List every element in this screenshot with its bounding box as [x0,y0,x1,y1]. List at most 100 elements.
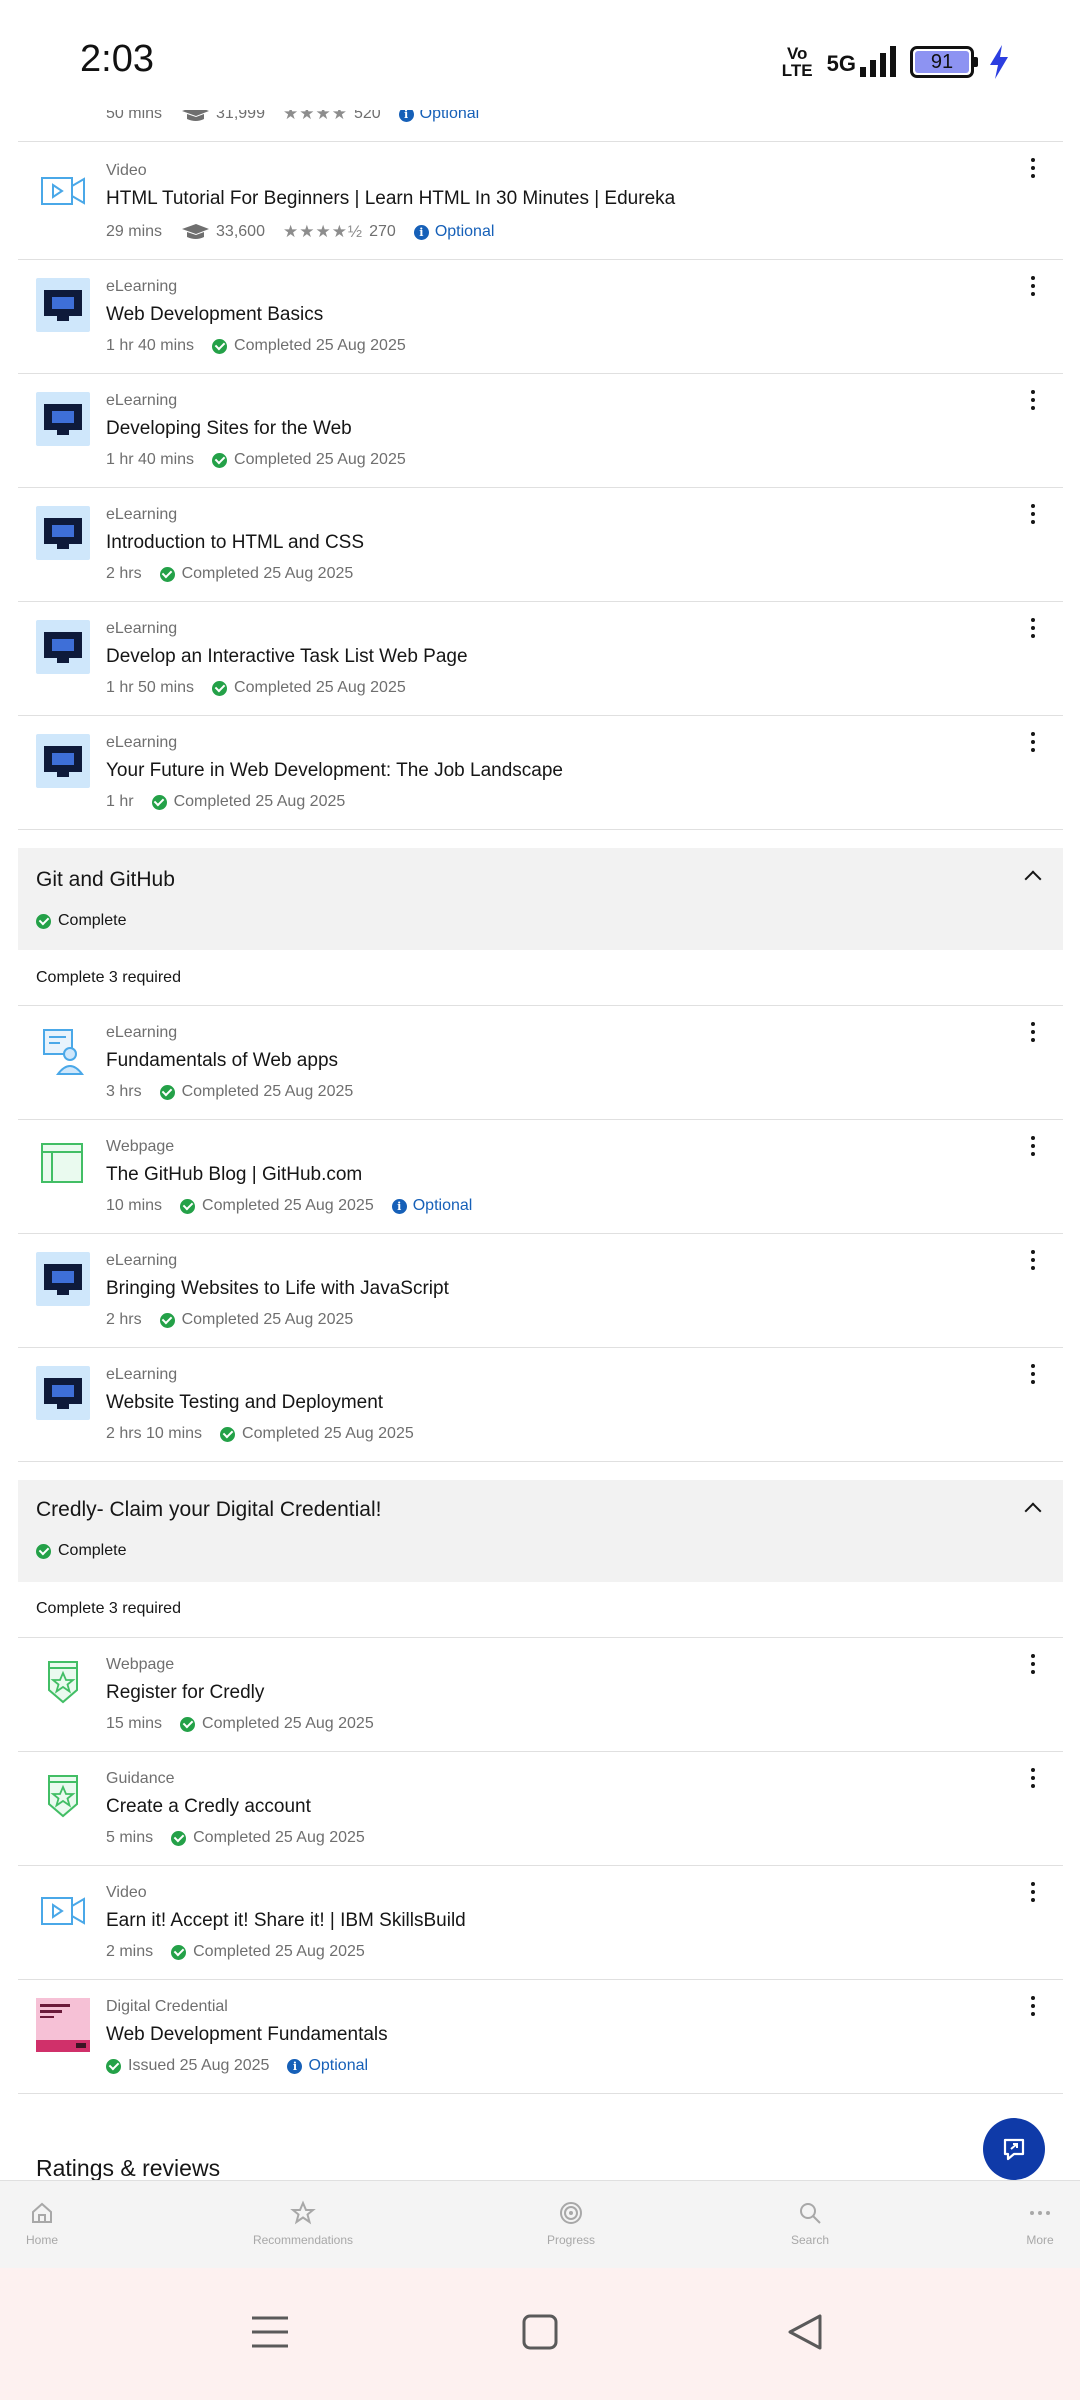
more-options-icon[interactable] [1023,1362,1043,1386]
nav-more[interactable]: More [950,2199,1080,2247]
more-options-icon[interactable] [1023,1020,1043,1044]
more-options-icon[interactable] [1023,388,1043,412]
item-title[interactable]: HTML Tutorial For Beginners | Learn HTML… [106,188,675,210]
back-triangle-icon[interactable] [786,2312,826,2352]
check-icon [36,1543,51,1559]
list-item[interactable]: eLearning Web Development Basics 1 hr 40… [18,260,1063,374]
item-title[interactable]: Fundamentals of Web apps [106,1050,338,1072]
elearning-icon [36,1252,90,1306]
section-title: Credly- Claim your Digital Credential! [36,1498,382,1521]
elearning-icon [36,392,90,446]
section-header-credly[interactable]: Credly- Claim your Digital Credential! C… [18,1480,1063,1582]
list-item[interactable]: eLearning Developing Sites for the Web 1… [18,374,1063,488]
item-meta: 2 hrs Completed 25 Aug 2025 [106,565,354,582]
item-title[interactable]: Web Development Basics [106,304,323,326]
home-icon [32,2202,52,2223]
list-item[interactable]: eLearning Introduction to HTML and CSS 2… [18,488,1063,602]
nav-search[interactable]: Search [720,2199,900,2247]
section-title: Git and GitHub [36,868,175,891]
item-meta: 10 mins Completed 25 Aug 2025 i Optional [106,1197,473,1214]
chat-icon [1003,2138,1025,2161]
section-header-git[interactable]: Git and GitHub Complete [18,848,1063,950]
check-icon [171,1944,187,1960]
item-meta: Issued 25 Aug 2025 i Optional [106,2057,368,2075]
list-item[interactable]: Video Earn it! Accept it! Share it! | IB… [18,1866,1063,1980]
collapse-chevron-icon[interactable] [1024,1502,1042,1520]
collapse-chevron-icon[interactable] [1024,870,1042,888]
chat-fab-button[interactable] [983,2118,1045,2180]
more-options-icon[interactable] [1023,1134,1043,1158]
check-icon [151,794,167,810]
status-bar: 2:03 Vo LTE 5G 91 [0,0,1080,110]
list-item[interactable]: Webpage Register for Credly 15 mins Compl… [18,1638,1063,1752]
more-options-icon[interactable] [1023,1248,1043,1272]
recents-menu-icon[interactable] [250,2312,290,2352]
video-icon [41,177,85,205]
elearning-icon [36,1366,90,1420]
more-options-icon[interactable] [1023,1994,1043,2018]
optional-badge: i Optional [413,223,494,241]
more-options-icon[interactable] [1023,616,1043,640]
list-item[interactable]: eLearning Bringing Websites to Life with… [18,1234,1063,1348]
more-options-icon[interactable] [1023,1880,1043,1904]
bottom-navigation: Home Recommendations Progress Search Mor… [0,2180,1080,2268]
info-icon: i [287,2058,303,2074]
list-item[interactable]: eLearning Develop an Interactive Task Li… [18,602,1063,716]
item-title[interactable]: Developing Sites for the Web [106,418,352,440]
nav-progress[interactable]: Progress [481,2199,661,2247]
credential-thumbnail [36,1998,90,2052]
more-options-icon[interactable] [1023,156,1043,180]
item-meta: 15 mins Completed 25 Aug 2025 [106,1715,374,1732]
list-item[interactable]: eLearning Fundamentals of Web apps 3 hrs… [18,1006,1063,1120]
home-square-icon[interactable] [520,2312,560,2352]
check-icon [212,680,228,696]
list-item[interactable]: eLearning Your Future in Web Development… [18,716,1063,830]
network-5g-indicator: 5G [827,46,896,77]
list-item[interactable]: Digital Credential Web Development Funda… [18,1980,1063,2094]
item-meta: 2 hrs Completed 25 Aug 2025 [106,1311,354,1328]
video-icon [41,1897,85,1925]
charging-icon [990,45,1008,79]
list-item[interactable]: eLearning Website Testing and Deployment… [18,1348,1063,1462]
nav-recommendations[interactable]: Recommendations [213,2199,393,2247]
item-title[interactable]: The GitHub Blog | GitHub.com [106,1164,362,1186]
item-title[interactable]: Develop an Interactive Task List Web Pag… [106,646,468,668]
optional-badge: i Optional [287,2057,368,2075]
list-item[interactable]: Video HTML Tutorial For Beginners | Lear… [18,142,1063,260]
item-title[interactable]: Your Future in Web Development: The Job … [106,760,563,782]
more-options-icon[interactable] [1023,502,1043,526]
elearning-icon [36,278,90,332]
item-title[interactable]: Create a Credly account [106,1796,311,1818]
item-meta: 29 mins 33,600 ★★★★½ 270 i Optional [106,222,495,241]
item-title[interactable]: Website Testing and Deployment [106,1392,383,1414]
item-meta: 2 mins Completed 25 Aug 2025 [106,1943,365,1960]
list-item[interactable]: Webpage The GitHub Blog | GitHub.com 10 … [18,1120,1063,1234]
elearning-icon [36,506,90,560]
check-icon [212,452,228,468]
item-title[interactable]: Introduction to HTML and CSS [106,532,364,554]
check-icon [180,1198,196,1214]
webapp-person-icon [43,1029,85,1075]
item-meta: 5 mins Completed 25 Aug 2025 [106,1829,365,1846]
item-title[interactable]: Web Development Fundamentals [106,2024,388,2046]
item-title[interactable]: Bringing Websites to Life with JavaScrip… [106,1278,449,1300]
more-options-icon[interactable] [1023,1766,1043,1790]
check-icon [171,1830,187,1846]
check-icon [159,566,175,582]
item-title[interactable]: Register for Credly [106,1682,264,1704]
info-icon: i [413,224,429,240]
item-meta: 2 hrs 10 mins Completed 25 Aug 2025 [106,1425,414,1442]
item-title[interactable]: Earn it! Accept it! Share it! | IBM Skil… [106,1910,466,1932]
more-options-icon[interactable] [1023,730,1043,754]
requirement-row: Complete 3 required [18,950,1063,1006]
more-options-icon[interactable] [1023,274,1043,298]
check-icon [106,2058,121,2074]
more-options-icon[interactable] [1023,1652,1043,1676]
item-meta: 3 hrs Completed 25 Aug 2025 [106,1083,354,1100]
check-icon [159,1312,175,1328]
check-icon [36,913,51,929]
nav-home[interactable]: Home [0,2199,132,2247]
list-item[interactable]: Guidance Create a Credly account 5 mins C… [18,1752,1063,1866]
check-icon [159,1084,175,1100]
system-navigation-bar [0,2268,1080,2400]
